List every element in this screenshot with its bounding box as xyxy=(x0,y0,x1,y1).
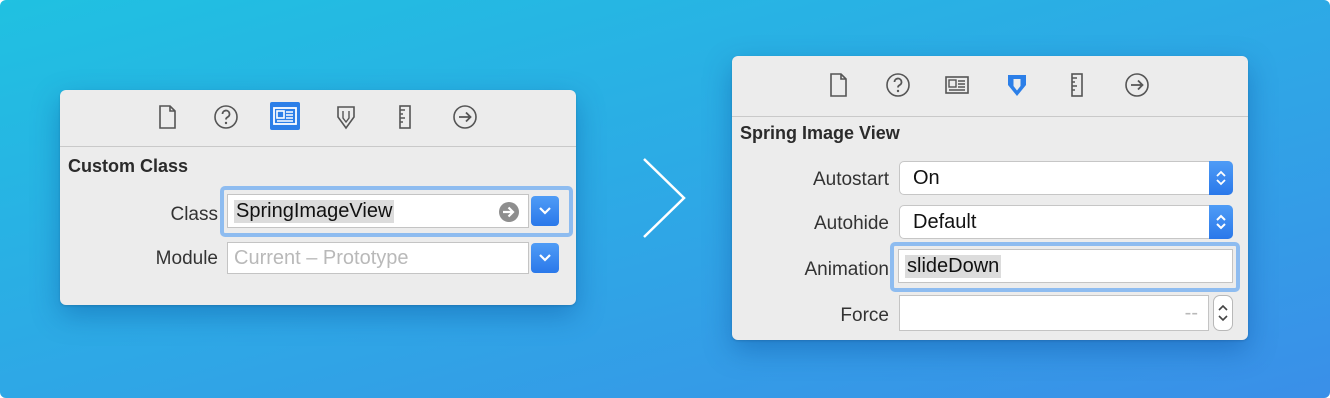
class-field[interactable]: SpringImageView xyxy=(227,194,529,228)
attributes-inspector-panel: Spring Image View Autostart On Autohide … xyxy=(732,56,1248,340)
module-placeholder: Current – Prototype xyxy=(234,246,409,269)
animation-field[interactable]: slideDown xyxy=(898,249,1233,283)
attributes-icon[interactable] xyxy=(1002,70,1032,100)
class-label: Class xyxy=(170,204,218,225)
section-title: Spring Image View xyxy=(740,123,900,143)
inspector-toolbar xyxy=(732,56,1248,117)
connections-icon[interactable] xyxy=(1122,70,1152,100)
chevron-right-icon xyxy=(643,158,686,238)
autostart-label: Autostart xyxy=(812,169,889,190)
force-placeholder: -- xyxy=(1184,301,1198,324)
identity-icon[interactable] xyxy=(942,70,972,100)
size-ruler-icon[interactable] xyxy=(1062,70,1092,100)
autohide-value: Default xyxy=(913,210,977,233)
autohide-popup[interactable]: Default xyxy=(899,205,1233,239)
module-dropdown-button[interactable] xyxy=(531,243,559,273)
identity-icon[interactable] xyxy=(270,102,300,130)
updown-chevron-icon xyxy=(1209,205,1233,239)
autostart-popup[interactable]: On xyxy=(899,161,1233,195)
class-dropdown-button[interactable] xyxy=(531,196,559,226)
file-icon[interactable] xyxy=(823,70,853,100)
attributes-icon[interactable] xyxy=(331,102,361,132)
force-stepper[interactable] xyxy=(1213,295,1233,331)
section-title: Custom Class xyxy=(68,156,189,176)
module-field[interactable]: Current – Prototype xyxy=(227,242,529,274)
animation-label: Animation xyxy=(804,259,890,280)
connections-icon[interactable] xyxy=(450,102,480,132)
force-field[interactable]: -- xyxy=(899,295,1209,331)
chevron-down-icon xyxy=(539,254,551,262)
inspector-toolbar xyxy=(60,90,576,147)
canvas: Custom Class Class SpringImageView Modul… xyxy=(0,0,1330,398)
autostart-value: On xyxy=(913,166,940,189)
animation-value: slideDown xyxy=(905,254,1002,278)
force-label: Force xyxy=(840,305,889,326)
size-ruler-icon[interactable] xyxy=(390,102,420,132)
stepper-arrows-icon xyxy=(1218,304,1228,322)
module-label: Module xyxy=(155,248,218,269)
chevron-down-icon xyxy=(539,207,551,215)
autohide-label: Autohide xyxy=(813,213,889,234)
identity-inspector-panel: Custom Class Class SpringImageView Modul… xyxy=(60,90,576,305)
help-icon[interactable] xyxy=(211,102,241,132)
go-arrow-icon[interactable] xyxy=(498,201,520,229)
file-icon[interactable] xyxy=(152,102,182,132)
help-icon[interactable] xyxy=(883,70,913,100)
updown-chevron-icon xyxy=(1209,161,1233,195)
class-value: SpringImageView xyxy=(234,199,395,223)
